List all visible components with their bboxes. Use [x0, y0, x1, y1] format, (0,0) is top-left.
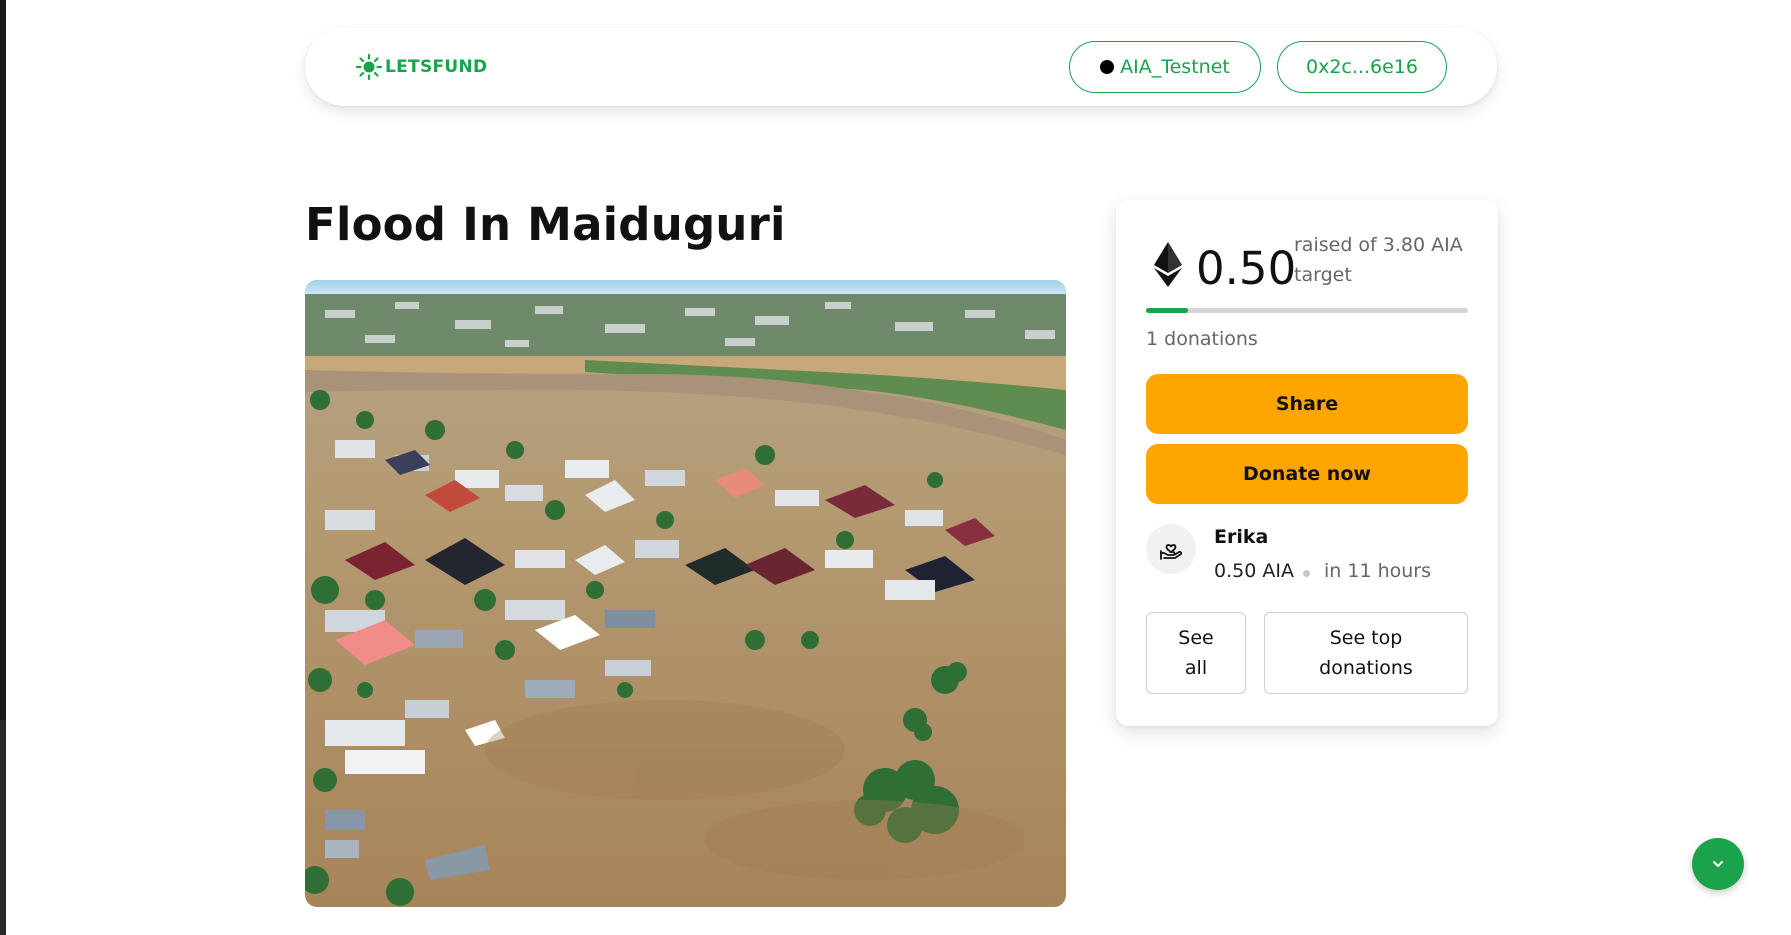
donor-name: Erika	[1214, 526, 1269, 548]
header-actions: AIA_Testnet 0x2c...6e16	[1069, 41, 1447, 93]
donation-amount: 0.50 AIA	[1214, 560, 1294, 582]
page: LETSFUND AIA_Testnet 0x2c...6e16 Flood I…	[0, 0, 1791, 935]
donations-count: 1 donations	[1146, 328, 1258, 350]
flood-photo	[305, 280, 1066, 907]
network-button[interactable]: AIA_Testnet	[1069, 41, 1261, 93]
donate-button[interactable]: Donate now	[1146, 444, 1468, 504]
wallet-address: 0x2c...6e16	[1306, 56, 1418, 78]
wallet-button[interactable]: 0x2c...6e16	[1277, 41, 1447, 93]
separator-dot	[1303, 570, 1310, 577]
page-title: Flood In Maiduguri	[305, 198, 786, 251]
chevron-down-icon	[1713, 861, 1723, 867]
donation-time: in 11 hours	[1324, 560, 1431, 582]
progress-fill	[1146, 308, 1188, 313]
window-edge-strip	[0, 720, 6, 935]
logo[interactable]: LETSFUND	[355, 53, 487, 81]
share-button[interactable]: Share	[1146, 374, 1468, 434]
hand-heart-icon	[1160, 544, 1183, 560]
network-label: AIA_Testnet	[1120, 56, 1230, 78]
see-top-label: See top donations	[1319, 627, 1413, 679]
raised-caption: raised of 3.80 AIA target	[1294, 234, 1463, 286]
see-all-label: See all	[1178, 627, 1214, 679]
top-nav: LETSFUND AIA_Testnet 0x2c...6e16	[305, 28, 1497, 106]
raised-amount: 0.50	[1196, 242, 1297, 295]
dot-icon	[1100, 60, 1115, 74]
see-all-button[interactable]: See all	[1146, 612, 1246, 694]
sun-icon	[355, 53, 383, 81]
logo-text: LETSFUND	[385, 57, 488, 77]
campaign-image	[305, 280, 1066, 907]
see-top-donations-button[interactable]: See top donations	[1264, 612, 1468, 694]
progress-bar	[1146, 308, 1468, 313]
donor-avatar	[1146, 524, 1196, 574]
ethereum-icon	[1154, 242, 1182, 287]
funding-card: 0.50 raised of 3.80 AIA target 1 donatio…	[1116, 200, 1498, 726]
scroll-down-button[interactable]	[1692, 838, 1744, 890]
